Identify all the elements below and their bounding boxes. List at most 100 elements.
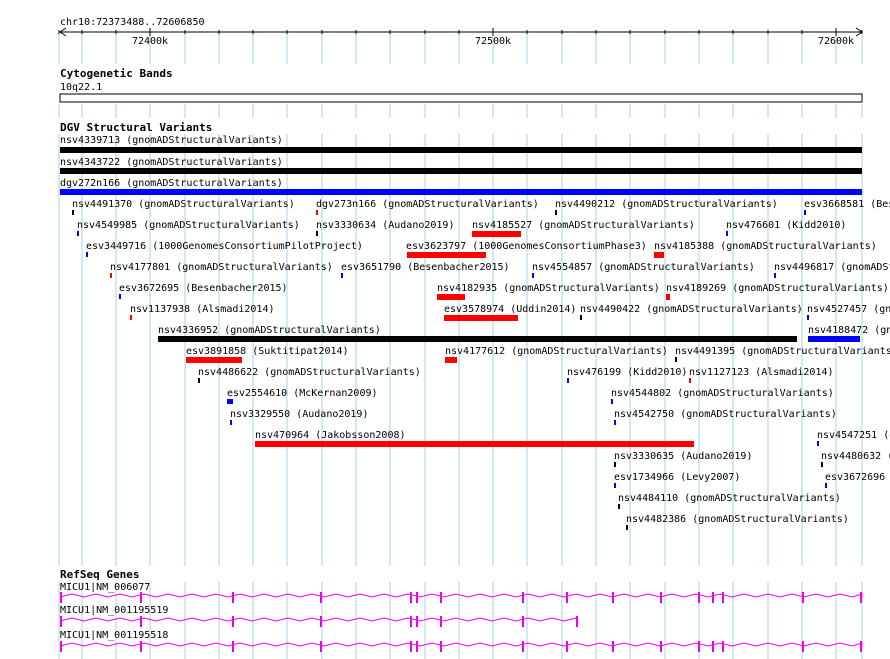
dgv-feature-bar[interactable]: [618, 504, 620, 509]
dgv-feature-label: nsv476601 (Kidd2010): [726, 220, 846, 231]
dgv-feature-bar[interactable]: [614, 462, 616, 467]
dgv-feature-label: nsv4339713 (gnomADStructuralVariants): [60, 135, 283, 146]
dgv-feature-bar[interactable]: [316, 210, 318, 215]
gene-exon: [140, 616, 142, 627]
gene-exon: [416, 641, 418, 652]
gene-exon: [712, 641, 714, 652]
dgv-feature-bar[interactable]: [825, 483, 827, 488]
dgv-feature-bar[interactable]: [611, 399, 613, 404]
cytoband-label: 10q22.1: [60, 82, 102, 93]
dgv-feature-bar[interactable]: [626, 525, 628, 530]
gene-exon: [612, 641, 614, 652]
dgv-feature-bar[interactable]: [654, 252, 664, 258]
refseq-gene-models[interactable]: [59, 592, 863, 652]
dgv-track-title[interactable]: DGV Structural Variants: [60, 121, 212, 134]
dgv-feature-label: esv3672696 (Besenbacher2015): [825, 472, 890, 483]
gene-exon: [722, 592, 724, 603]
dgv-feature-bar[interactable]: [614, 483, 616, 488]
dgv-feature-bar[interactable]: [230, 420, 232, 425]
dgv-feature-bar[interactable]: [316, 231, 318, 236]
gene-intron-line: [59, 617, 578, 622]
dgv-feature-label: nsv4491370 (gnomADStructuralVariants): [72, 199, 295, 210]
dgv-feature-label: esv3578974 (Uddin2014): [444, 304, 576, 315]
gene-exon: [522, 592, 524, 603]
dgv-feature-bar[interactable]: [675, 357, 677, 362]
dgv-feature-bar[interactable]: [666, 294, 670, 300]
dgv-feature-label: nsv476199 (Kidd2010): [567, 367, 687, 378]
gene-exon: [440, 592, 442, 603]
refseq-track-title[interactable]: RefSeq Genes: [60, 568, 139, 581]
dgv-feature-label: nsv4336952 (gnomADStructuralVariants): [158, 325, 381, 336]
dgv-feature-label: nsv4486622 (gnomADStructuralVariants): [198, 367, 421, 378]
dgv-feature-bar[interactable]: [227, 399, 233, 404]
dgv-feature-bar[interactable]: [437, 294, 465, 300]
dgv-feature-bar[interactable]: [445, 357, 457, 363]
dgv-feature-bar[interactable]: [407, 252, 486, 258]
gene-exon: [712, 592, 714, 603]
gene-exon: [416, 616, 418, 627]
dgv-feature-bar[interactable]: [808, 336, 860, 342]
dgv-feature-bar[interactable]: [689, 378, 691, 383]
dgv-feature-label: esv2554610 (McKernan2009): [227, 388, 378, 399]
dgv-feature-bar[interactable]: [532, 273, 534, 278]
gene-exon: [60, 616, 62, 627]
dgv-feature-bar[interactable]: [86, 252, 88, 257]
dgv-feature-bar[interactable]: [614, 420, 616, 425]
dgv-feature-bar[interactable]: [198, 378, 200, 383]
gene-exon: [566, 641, 568, 652]
dgv-feature-bar[interactable]: [72, 210, 74, 215]
dgv-feature-label: nsv4480632 (gnomADStructuralVariants): [821, 451, 890, 462]
cytoband-track-title[interactable]: Cytogenetic Bands: [60, 67, 173, 80]
dgv-feature-label: nsv3330634 (Audano2019): [316, 220, 454, 231]
gene-exon: [698, 641, 700, 652]
dgv-feature-bar[interactable]: [804, 210, 806, 215]
dgv-feature-bar[interactable]: [119, 294, 121, 299]
dgv-feature-label: nsv4484110 (gnomADStructuralVariants): [618, 493, 841, 504]
dgv-feature-bar[interactable]: [774, 273, 776, 278]
refseq-gene-label: MICU1|NM_001195519: [60, 605, 168, 616]
dgv-feature-bar[interactable]: [726, 231, 728, 236]
dgv-feature-label: nsv470964 (Jakobsson2008): [255, 430, 406, 441]
dgv-feature-bar[interactable]: [77, 231, 79, 236]
gene-exon: [410, 616, 412, 627]
dgv-feature-bar[interactable]: [158, 336, 797, 342]
dgv-feature-label: nsv4547251 (gnomADStructuralVariants): [817, 430, 890, 441]
dgv-feature-bar[interactable]: [821, 462, 823, 467]
gene-exon: [320, 616, 322, 627]
dgv-feature-bar[interactable]: [110, 273, 112, 278]
dgv-feature-bar[interactable]: [60, 189, 862, 195]
gene-exon: [232, 592, 234, 603]
dgv-feature-bar[interactable]: [444, 315, 518, 321]
dgv-feature-bar[interactable]: [186, 357, 242, 363]
cytoband-band[interactable]: [59, 93, 863, 103]
dgv-feature-bar[interactable]: [807, 315, 809, 320]
gene-intron-line: [59, 642, 863, 647]
dgv-feature-bar[interactable]: [472, 231, 521, 237]
dgv-feature-bar[interactable]: [255, 441, 694, 447]
dgv-feature-label: nsv4544802 (gnomADStructuralVariants): [611, 388, 834, 399]
dgv-feature-label: nsv1127123 (Alsmadi2014): [689, 367, 834, 378]
dgv-feature-label: nsv4554857 (gnomADStructuralVariants): [532, 262, 755, 273]
dgv-feature-bar[interactable]: [580, 315, 582, 320]
dgv-feature-label: esv3672695 (Besenbacher2015): [119, 283, 288, 294]
dgv-feature-label: nsv4527457 (gnomADStructuralVariants): [807, 304, 890, 315]
dgv-feature-label: nsv4177612 (gnomADStructuralVariants): [445, 346, 668, 357]
dgv-feature-bar[interactable]: [60, 168, 862, 174]
dgv-feature-bar[interactable]: [567, 378, 569, 383]
gene-exon: [860, 592, 862, 603]
gene-exon: [410, 641, 412, 652]
gene-exon: [522, 641, 524, 652]
dgv-feature-bar[interactable]: [817, 441, 819, 446]
dgv-feature-label: esv3668581 (Besenbacher2015): [804, 199, 890, 210]
dgv-feature-bar[interactable]: [341, 273, 343, 278]
dgv-feature-label: nsv4490422 (gnomADStructuralVariants): [580, 304, 803, 315]
dgv-feature-label: nsv4549985 (gnomADStructuralVariants): [77, 220, 300, 231]
gene-exon: [860, 641, 862, 652]
dgv-feature-bar[interactable]: [60, 147, 862, 153]
dgv-feature-bar[interactable]: [555, 210, 557, 215]
ruler-tick-label: 72500k: [475, 36, 511, 47]
dgv-feature-bar[interactable]: [130, 315, 132, 320]
dgv-feature-label: nsv3330635 (Audano2019): [614, 451, 752, 462]
dgv-feature-label: nsv4182935 (gnomADStructuralVariants): [437, 283, 660, 294]
dgv-feature-label: nsv4490212 (gnomADStructuralVariants): [555, 199, 778, 210]
